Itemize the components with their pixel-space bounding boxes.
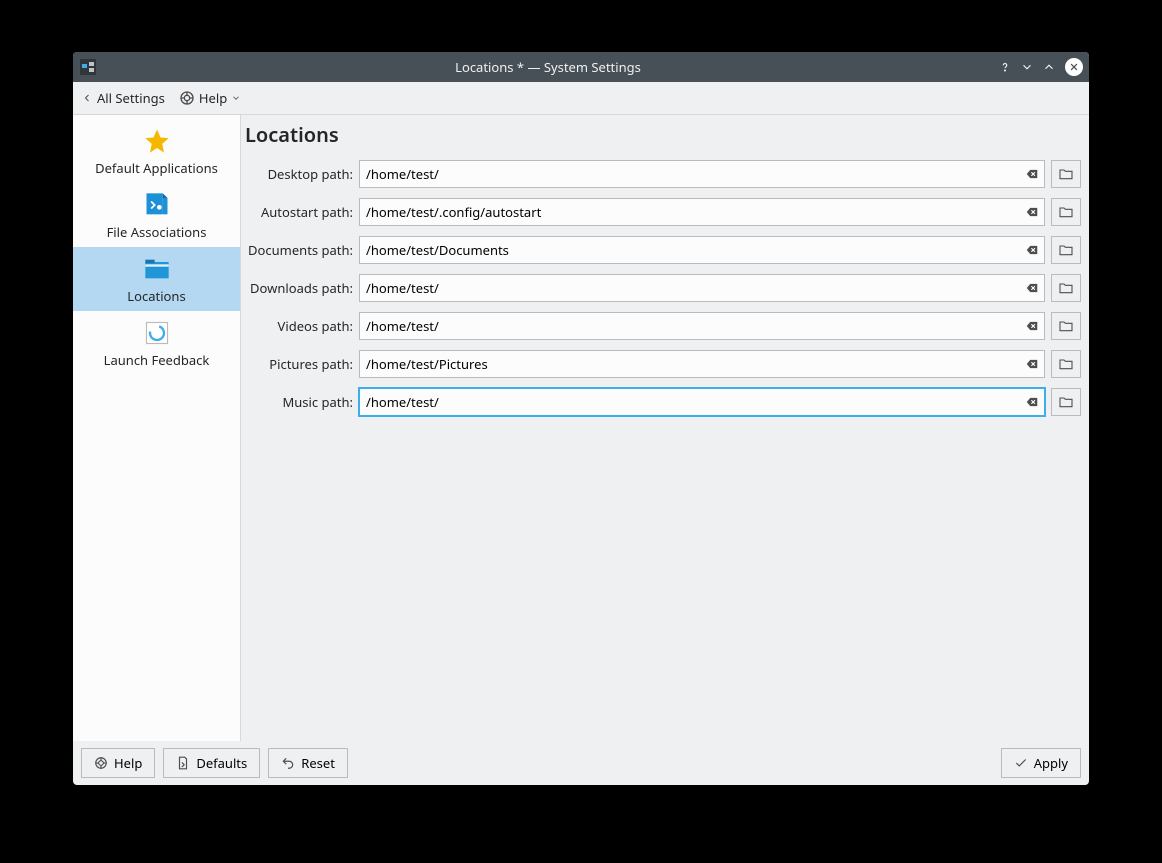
sidebar-item-label: Default Applications	[95, 159, 218, 177]
launch-feedback-icon	[141, 317, 173, 349]
folder-icon	[1058, 280, 1074, 296]
path-row: Videos path:	[245, 312, 1081, 340]
all-settings-button[interactable]: All Settings	[81, 89, 165, 107]
locations-icon	[141, 253, 173, 285]
sidebar-item-label: Launch Feedback	[104, 351, 210, 369]
path-input[interactable]	[359, 236, 1045, 264]
clear-icon[interactable]	[1023, 355, 1041, 373]
path-input-wrap	[359, 198, 1045, 226]
toolbar: All Settings Help	[73, 82, 1089, 115]
path-input[interactable]	[359, 274, 1045, 302]
path-row: Documents path:	[245, 236, 1081, 264]
browse-button[interactable]	[1051, 274, 1081, 302]
path-label: Downloads path:	[245, 279, 359, 297]
folder-icon	[1058, 394, 1074, 410]
help-icon	[179, 90, 195, 106]
path-input-wrap	[359, 350, 1045, 378]
path-input[interactable]	[359, 198, 1045, 226]
main-panel: Locations Desktop path: Autostart path: Do…	[241, 115, 1089, 741]
defaults-button-label: Defaults	[196, 754, 247, 772]
chevron-down-icon	[231, 93, 241, 103]
path-row: Autostart path:	[245, 198, 1081, 226]
folder-icon	[1058, 356, 1074, 372]
browse-button[interactable]	[1051, 350, 1081, 378]
sidebar-item-label: Locations	[127, 287, 185, 305]
reset-button[interactable]: Reset	[268, 748, 348, 778]
sidebar-item-launch-feedback[interactable]: Launch Feedback	[73, 311, 240, 375]
help-icon	[94, 756, 108, 770]
path-label: Music path:	[245, 393, 359, 411]
sidebar-item-locations[interactable]: Locations	[73, 247, 240, 311]
path-row: Downloads path:	[245, 274, 1081, 302]
body: Default Applications File Associations L…	[73, 115, 1089, 741]
sidebar-item-label: File Associations	[107, 223, 207, 241]
clear-icon[interactable]	[1023, 241, 1041, 259]
path-row: Desktop path:	[245, 160, 1081, 188]
path-input-wrap	[359, 236, 1045, 264]
path-input[interactable]	[359, 312, 1045, 340]
path-label: Documents path:	[245, 241, 359, 259]
maximize-icon[interactable]	[1039, 57, 1059, 77]
chevron-left-icon	[81, 92, 93, 104]
path-label: Videos path:	[245, 317, 359, 335]
sidebar-item-file-associations[interactable]: File Associations	[73, 183, 240, 247]
browse-button[interactable]	[1051, 198, 1081, 226]
path-input-wrap	[359, 388, 1045, 416]
clear-icon[interactable]	[1023, 317, 1041, 335]
reset-button-label: Reset	[301, 754, 335, 772]
help-menu-label: Help	[199, 89, 227, 107]
path-input-wrap	[359, 312, 1045, 340]
footer: Help Defaults Reset Apply	[73, 741, 1089, 785]
apply-button-label: Apply	[1034, 754, 1068, 772]
browse-button[interactable]	[1051, 312, 1081, 340]
sidebar-item-default-applications[interactable]: Default Applications	[73, 119, 240, 183]
app-icon	[79, 58, 97, 76]
folder-icon	[1058, 318, 1074, 334]
defaults-button[interactable]: Defaults	[163, 748, 260, 778]
clear-icon[interactable]	[1023, 279, 1041, 297]
apply-button[interactable]: Apply	[1001, 748, 1081, 778]
close-icon[interactable]	[1065, 58, 1083, 76]
path-input[interactable]	[359, 160, 1045, 188]
browse-button[interactable]	[1051, 236, 1081, 264]
all-settings-label: All Settings	[97, 89, 165, 107]
path-row: Music path:	[245, 388, 1081, 416]
file-assoc-icon	[141, 189, 173, 221]
folder-icon	[1058, 242, 1074, 258]
path-input[interactable]	[359, 350, 1045, 378]
minimize-icon[interactable]	[1017, 57, 1037, 77]
check-icon	[1014, 756, 1028, 770]
settings-window: Locations * — System Settings All Settin…	[73, 52, 1089, 785]
path-label: Desktop path:	[245, 165, 359, 183]
titlebar: Locations * — System Settings	[73, 52, 1089, 82]
document-icon	[176, 756, 190, 770]
folder-icon	[1058, 204, 1074, 220]
browse-button[interactable]	[1051, 160, 1081, 188]
path-label: Pictures path:	[245, 355, 359, 373]
help-button[interactable]: Help	[81, 748, 155, 778]
help-titlebar-icon[interactable]	[995, 57, 1015, 77]
window-title: Locations * — System Settings	[103, 58, 993, 76]
help-button-label: Help	[114, 754, 142, 772]
path-row: Pictures path:	[245, 350, 1081, 378]
browse-button[interactable]	[1051, 388, 1081, 416]
path-input-wrap	[359, 160, 1045, 188]
undo-icon	[281, 756, 295, 770]
path-label: Autostart path:	[245, 203, 359, 221]
folder-icon	[1058, 166, 1074, 182]
star-icon	[141, 125, 173, 157]
path-input-wrap	[359, 274, 1045, 302]
path-input[interactable]	[359, 388, 1045, 416]
clear-icon[interactable]	[1023, 165, 1041, 183]
page-title: Locations	[245, 121, 1081, 148]
clear-icon[interactable]	[1023, 393, 1041, 411]
clear-icon[interactable]	[1023, 203, 1041, 221]
sidebar: Default Applications File Associations L…	[73, 115, 241, 741]
help-menu-button[interactable]: Help	[179, 89, 241, 107]
